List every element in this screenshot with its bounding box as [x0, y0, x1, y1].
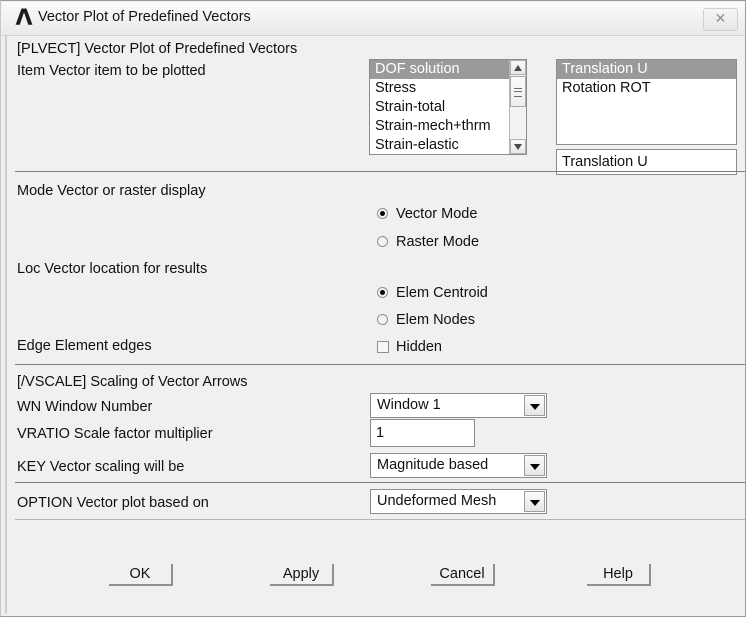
section-divider-1	[15, 171, 745, 172]
vector-plot-basis-value: Undeformed Mesh	[377, 493, 497, 509]
list-item[interactable]: Strain-total	[370, 98, 526, 117]
radio-indicator	[377, 314, 388, 325]
vector-item-component-list[interactable]: Translation U Rotation ROT	[556, 59, 737, 145]
cancel-button[interactable]: Cancel	[431, 564, 495, 586]
radio-indicator	[377, 236, 388, 247]
window-title: Vector Plot of Predefined Vectors	[38, 9, 251, 25]
list-item[interactable]: Rotation ROT	[557, 79, 736, 98]
scroll-up-icon[interactable]	[510, 60, 526, 75]
dialog-body: [PLVECT] Vector Plot of Predefined Vecto…	[5, 36, 745, 614]
radio-indicator	[377, 208, 388, 219]
vratio-input[interactable]	[370, 419, 475, 447]
apply-button[interactable]: Apply	[270, 564, 334, 586]
close-icon: ✕	[714, 11, 727, 27]
list-item[interactable]: Strain-elastic	[370, 136, 526, 154]
list-item[interactable]: Strain-mech+thrm	[370, 117, 526, 136]
radio-label: Raster Mode	[396, 234, 480, 250]
vector-plot-dialog: Λ Vector Plot of Predefined Vectors ✕ [P…	[0, 0, 746, 617]
scroll-down-icon[interactable]	[510, 139, 526, 154]
window-number-label: WN Window Number	[17, 399, 153, 415]
checkbox-indicator	[377, 341, 389, 353]
close-button[interactable]: ✕	[703, 8, 738, 31]
vratio-label: VRATIO Scale factor multiplier	[17, 426, 213, 442]
section-divider-4	[15, 519, 745, 520]
scrollbar-thumb[interactable]	[510, 76, 526, 107]
ok-button[interactable]: OK	[109, 564, 173, 586]
option-label: OPTION Vector plot based on	[17, 495, 209, 511]
vector-item-category-list[interactable]: DOF solution Stress Strain-total Strain-…	[369, 59, 527, 155]
category-list-scrollbar[interactable]	[509, 60, 526, 154]
key-label: KEY Vector scaling will be	[17, 459, 185, 475]
ansys-a-logo-icon: Λ	[15, 6, 33, 31]
radio-label: Elem Nodes	[396, 312, 475, 328]
mode-label: Mode Vector or raster display	[17, 183, 206, 199]
title-bar: Λ Vector Plot of Predefined Vectors ✕	[2, 2, 745, 36]
section-divider-2	[15, 364, 745, 365]
vscale-command-label: [/VSCALE] Scaling of Vector Arrows	[17, 374, 248, 390]
edge-label: Edge Element edges	[17, 338, 152, 354]
list-item[interactable]: Stress	[370, 79, 526, 98]
help-button[interactable]: Help	[587, 564, 651, 586]
loc-label: Loc Vector location for results	[17, 261, 208, 277]
vector-plot-basis-combo[interactable]: Undeformed Mesh	[370, 489, 547, 514]
section-divider-3	[15, 482, 745, 483]
item-label: Item Vector item to be plotted	[17, 63, 206, 79]
chevron-down-icon[interactable]	[524, 491, 545, 512]
window-number-value: Window 1	[377, 397, 441, 413]
list-item[interactable]: Translation U	[557, 60, 736, 79]
vector-scaling-combo[interactable]: Magnitude based	[370, 453, 547, 478]
chevron-down-icon[interactable]	[524, 455, 545, 476]
chevron-down-icon[interactable]	[524, 395, 545, 416]
plvect-command-label: [PLVECT] Vector Plot of Predefined Vecto…	[17, 41, 298, 57]
checkbox-label: Hidden	[396, 339, 442, 355]
list-item[interactable]: DOF solution	[370, 60, 526, 79]
radio-label: Elem Centroid	[396, 285, 488, 301]
radio-label: Vector Mode	[396, 206, 478, 222]
window-number-combo[interactable]: Window 1	[370, 393, 547, 418]
radio-indicator	[377, 287, 388, 298]
vector-scaling-value: Magnitude based	[377, 457, 489, 473]
